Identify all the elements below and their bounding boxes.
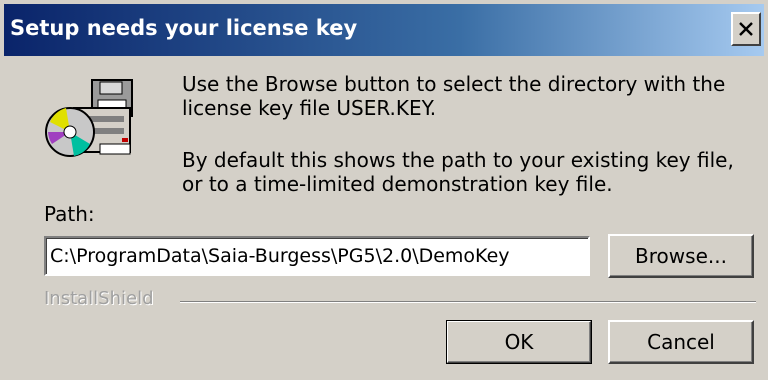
path-label: Path: (44, 202, 95, 226)
window-title: Setup needs your license key (10, 16, 358, 40)
close-button[interactable] (731, 12, 761, 46)
ok-button[interactable]: OK (446, 320, 592, 364)
installshield-label: InstallShield (44, 288, 154, 309)
separator-line (180, 301, 756, 303)
close-icon (739, 22, 753, 36)
browse-button[interactable]: Browse... (608, 234, 754, 278)
instruction-text: Use the Browse button to select the dire… (182, 72, 726, 120)
cancel-button[interactable]: Cancel (608, 320, 754, 364)
license-key-dialog: Setup needs your license key Use the Bro… (0, 0, 768, 380)
path-input[interactable] (44, 236, 590, 276)
default-path-text: By default this shows the path to your e… (182, 148, 734, 196)
install-disk-icon (45, 79, 133, 157)
title-bar[interactable]: Setup needs your license key (4, 4, 764, 56)
